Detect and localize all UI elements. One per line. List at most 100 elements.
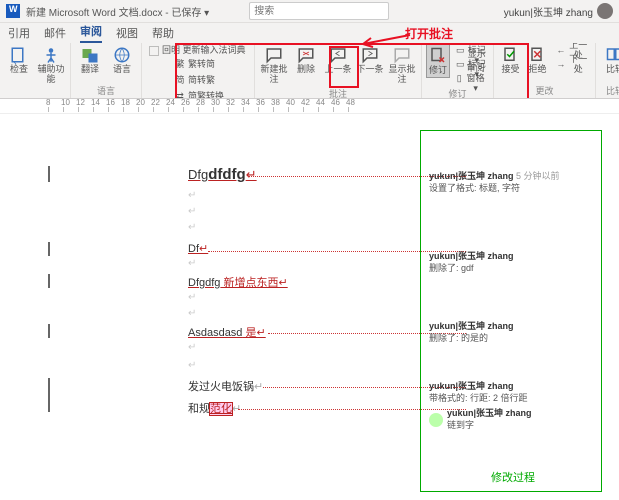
trad-simp-icon: 繁 bbox=[174, 59, 186, 71]
spellcheck-button[interactable]: 检查 bbox=[4, 44, 34, 76]
ruler-tick: 38 bbox=[273, 107, 288, 112]
group-language: 翻译 语言 语言 bbox=[71, 43, 142, 98]
doc-text: 发过火电饭锅 bbox=[188, 381, 254, 393]
comment-body: 设置了格式: 标题, 字符 bbox=[429, 183, 520, 193]
ruler-tick: 36 bbox=[258, 107, 273, 112]
spellcheck-icon bbox=[9, 45, 29, 65]
ruler-tick: 20 bbox=[138, 107, 153, 112]
group-changes-label: 更改 bbox=[536, 83, 554, 98]
revision-comment[interactable]: yukun|张玉坤 zhang 带格式的: 行距: 2 倍行距yukun|张玉坤… bbox=[429, 381, 593, 432]
user-area[interactable]: yukun|张玉坤 zhang bbox=[504, 3, 613, 19]
doc-text-bold: dfdfg bbox=[208, 166, 245, 183]
document-name[interactable]: 新建 Microsoft Word 文档.docx - 已保存 ▾ bbox=[26, 4, 209, 19]
revision-comment[interactable]: yukun|张玉坤 zhang 5 分钟以前设置了格式: 标题, 字符 bbox=[429, 171, 593, 194]
track-changes-label: 修订 bbox=[429, 66, 447, 76]
doc-line-4[interactable]: Asdasdasd 是↵ bbox=[188, 324, 266, 340]
simp-to-trad-button[interactable]: 简简转繁 bbox=[172, 74, 217, 88]
language-button[interactable]: 语言 bbox=[107, 44, 137, 76]
para-mark-icon: ↵ bbox=[188, 258, 196, 269]
next-comment-label: 下一条 bbox=[356, 65, 383, 75]
word-icon bbox=[6, 4, 20, 18]
delete-comment-label: 删除 bbox=[297, 65, 315, 75]
ime-icon bbox=[148, 45, 160, 57]
simp-trad-label: 简转繁 bbox=[188, 76, 215, 86]
track-changes-icon bbox=[428, 46, 448, 66]
document-page[interactable]: Dfgdfdfg↵ Df↵ Dfgdfg 新增点东西↵ Asdasdasd 是↵… bbox=[48, 124, 378, 494]
translate-button[interactable]: 翻译 bbox=[75, 44, 105, 76]
comment-author: yukun|张玉坤 zhang bbox=[429, 171, 514, 181]
tab-references[interactable]: 引用 bbox=[8, 23, 30, 43]
next-comment-button[interactable]: 下一条 bbox=[355, 44, 385, 76]
ruler-tick: 16 bbox=[108, 107, 123, 112]
group-tracking-label: 修订 bbox=[449, 86, 467, 99]
document-workspace: Dfgdfdfg↵ Df↵ Dfgdfg 新增点东西↵ Asdasdasd 是↵… bbox=[0, 114, 619, 500]
accessibility-button[interactable]: 辅助功能 bbox=[36, 44, 66, 86]
prev-comment-button[interactable]: 上一条 bbox=[323, 44, 353, 76]
group-compare: 比较 比较 bbox=[596, 43, 619, 98]
revision-comment[interactable]: yukun|张玉坤 zhang 删除了: gdf bbox=[429, 251, 593, 274]
prev-comment-icon bbox=[328, 45, 348, 65]
trad-simp-label: 繁转简 bbox=[188, 60, 215, 70]
new-comment-button[interactable]: 新建批注 bbox=[259, 44, 289, 86]
doc-line-5[interactable]: 发过火电饭锅↵ bbox=[188, 378, 263, 394]
tab-review[interactable]: 审阅 bbox=[80, 21, 102, 43]
accept-label: 接受 bbox=[502, 65, 520, 75]
reviewing-pane-label: 审阅窗格 ▾ bbox=[464, 64, 487, 94]
title-bar: 新建 Microsoft Word 文档.docx - 已保存 ▾ yukun|… bbox=[0, 0, 619, 23]
translate-icon bbox=[80, 45, 100, 65]
tab-help[interactable]: 帮助 bbox=[152, 23, 174, 43]
comment-reply: yukun|张玉坤 zhang链到字 bbox=[429, 408, 593, 431]
comment-body: 删除了: 的是的 bbox=[429, 333, 488, 343]
language-label: 语言 bbox=[113, 65, 131, 75]
tab-mailings[interactable]: 邮件 bbox=[44, 23, 66, 43]
doc-line-3[interactable]: Dfgdfg 新增点东西↵ bbox=[188, 274, 288, 290]
review-pane-icon: ▯ bbox=[456, 73, 462, 85]
group-tracking: 修订 ▭所有标记 ▾ ▭显示标记 ▾ ▯审阅窗格 ▾ 修订 bbox=[422, 43, 494, 98]
revision-comment[interactable]: yukun|张玉坤 zhang 删除了: 的是的 bbox=[429, 321, 593, 344]
trad-to-simp-button[interactable]: 繁繁转简 bbox=[172, 58, 217, 72]
annotation-open-label: 打开批注 bbox=[405, 25, 453, 42]
doc-line-2[interactable]: Df↵ bbox=[188, 242, 208, 255]
para-mark-icon: ↵ bbox=[188, 342, 196, 353]
language-icon bbox=[112, 45, 132, 65]
para-mark-icon: ↵ bbox=[188, 206, 196, 217]
convert-button[interactable]: ⇄简繁转换 bbox=[172, 90, 226, 99]
new-comment-icon bbox=[264, 45, 284, 65]
ruler-tick: 34 bbox=[243, 107, 258, 112]
compare-button[interactable]: 比较 bbox=[600, 44, 619, 76]
group-changes: 接受 拒绝 ←上一处 →下一处 更改 bbox=[494, 43, 596, 98]
username-label: yukun|张玉坤 zhang bbox=[504, 4, 593, 19]
ime-update-button[interactable]: 回明 更新输入法词典 bbox=[146, 44, 250, 58]
doc-text: 和规 bbox=[188, 403, 210, 415]
compare-label: 比较 bbox=[606, 65, 619, 75]
show-comments-button[interactable]: 显示批注 bbox=[387, 44, 417, 86]
track-changes-button[interactable]: 修订 bbox=[426, 44, 450, 78]
next-change-label: 下一处 bbox=[568, 55, 589, 75]
next-change-button[interactable]: →下一处 bbox=[554, 58, 591, 72]
doc-inserted-text: 是 bbox=[242, 327, 256, 339]
reject-label: 拒绝 bbox=[529, 65, 547, 75]
accept-button[interactable]: 接受 bbox=[498, 44, 523, 76]
para-mark-icon: ↵ bbox=[188, 308, 196, 319]
reject-button[interactable]: 拒绝 bbox=[525, 44, 550, 76]
reply-author: yukun|张玉坤 zhang bbox=[447, 408, 532, 418]
doc-line-6[interactable]: 和规范化↵ bbox=[188, 400, 241, 416]
revisions-panel: yukun|张玉坤 zhang 5 分钟以前设置了格式: 标题, 字符yukun… bbox=[420, 130, 602, 492]
group-compare-label: 比较 bbox=[606, 83, 619, 98]
horizontal-ruler[interactable]: 8101214161820222426283032343638404244464… bbox=[0, 99, 619, 114]
convert-icon: ⇄ bbox=[174, 91, 186, 99]
para-mark-icon: ↵ bbox=[188, 292, 196, 303]
tab-view[interactable]: 视图 bbox=[116, 23, 138, 43]
group-proofing-label bbox=[34, 86, 37, 98]
doc-text: Asdasdasd bbox=[188, 327, 242, 339]
ribbon-tabs: 引用 邮件 审阅 视图 帮助 bbox=[0, 23, 619, 43]
ruler-tick: 26 bbox=[183, 107, 198, 112]
new-comment-label: 新建批注 bbox=[260, 65, 288, 85]
delete-comment-button[interactable]: 删除 bbox=[291, 44, 321, 76]
doc-line-1[interactable]: Dfgdfdfg↵ bbox=[188, 166, 257, 183]
accept-icon bbox=[501, 45, 521, 65]
change-bar bbox=[48, 166, 50, 182]
change-bar bbox=[48, 378, 50, 412]
search-input[interactable] bbox=[249, 2, 389, 20]
reviewing-pane-button[interactable]: ▯审阅窗格 ▾ bbox=[454, 72, 489, 86]
